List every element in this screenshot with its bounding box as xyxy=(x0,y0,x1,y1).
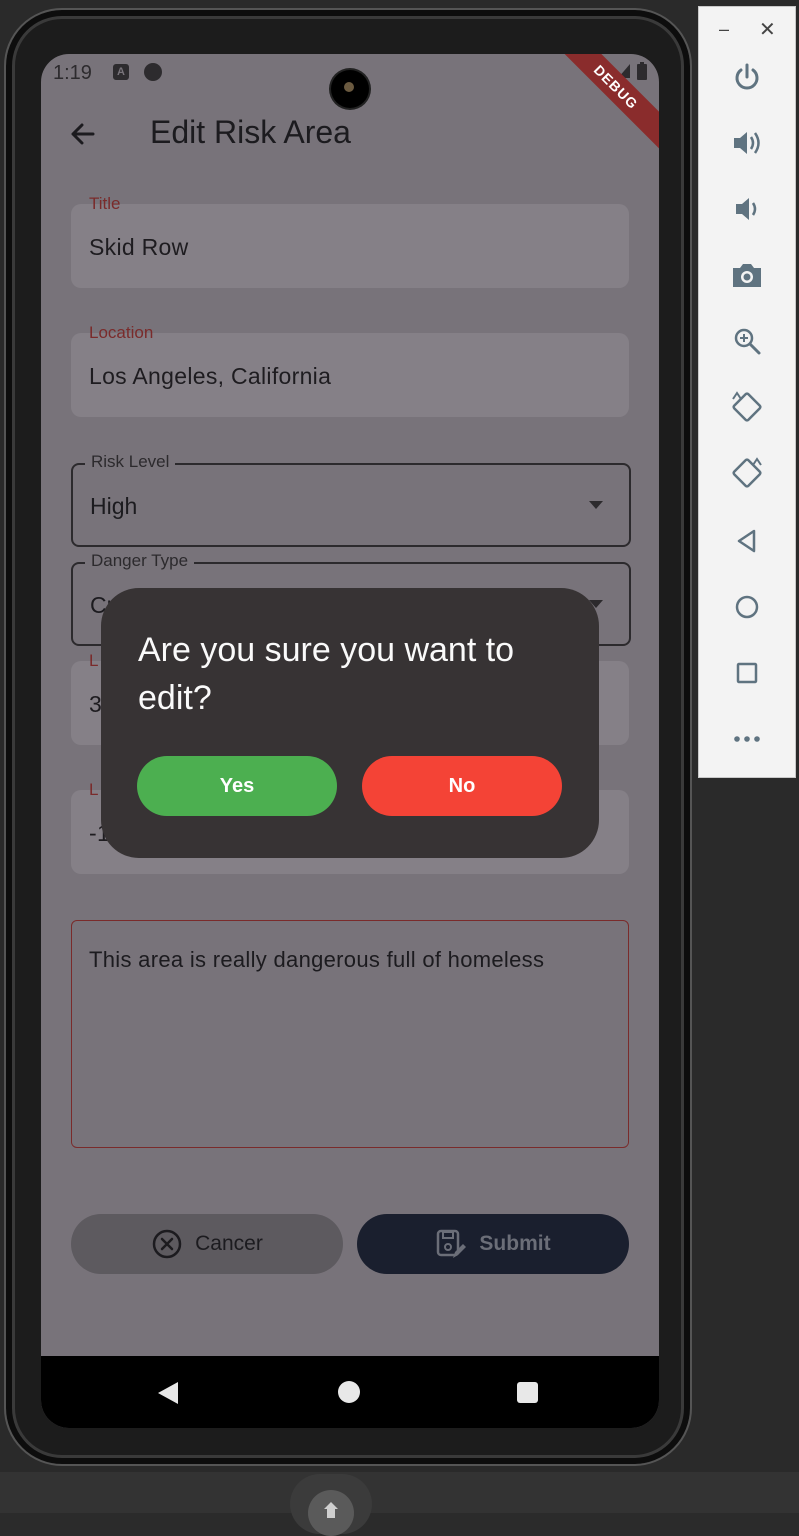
latitude-field-label: L xyxy=(89,651,99,670)
back-button-emulator[interactable] xyxy=(727,521,767,561)
battery-icon xyxy=(637,62,647,80)
zoom-button[interactable] xyxy=(727,321,767,361)
expand-up-button[interactable] xyxy=(308,1490,354,1536)
screenshot-button[interactable] xyxy=(727,255,767,295)
notification-a-icon: A xyxy=(113,64,129,80)
more-button[interactable] xyxy=(727,719,767,759)
home-button-emulator[interactable] xyxy=(727,587,767,627)
more-icon xyxy=(734,736,760,742)
location-field-label: Location xyxy=(89,323,154,342)
risk-level-dropdown[interactable]: Risk Level High xyxy=(71,452,631,547)
rotate-right-button[interactable] xyxy=(727,453,767,493)
power-button[interactable] xyxy=(727,57,767,97)
cancel-circle-icon xyxy=(152,1229,182,1259)
cancel-button-label: Cancer xyxy=(195,1232,263,1255)
power-icon xyxy=(735,63,759,90)
zoom-icon xyxy=(734,328,761,355)
phone-screen: 1:19 A DEBUG Edit Risk Area Title Skid R… xyxy=(41,54,659,1428)
confirm-dialog: Are you sure you want to edit? Yes No xyxy=(101,588,599,858)
dialog-message: Are you sure you want to edit? xyxy=(138,631,515,717)
save-edit-icon xyxy=(437,1229,467,1258)
submit-button-label: Submit xyxy=(479,1232,551,1255)
risk-level-label: Risk Level xyxy=(85,452,176,472)
volume-up-button[interactable] xyxy=(727,123,767,163)
cancel-button[interactable]: Cancer xyxy=(71,1214,343,1274)
title-field-label: Title xyxy=(89,194,121,213)
minimize-button[interactable]: – xyxy=(719,19,729,40)
android-nav-bar xyxy=(41,1356,659,1428)
longitude-field-label: L xyxy=(89,780,99,799)
yes-button[interactable]: Yes xyxy=(137,756,337,816)
close-button[interactable]: ✕ xyxy=(759,17,776,42)
no-button[interactable]: No xyxy=(362,756,562,816)
rotate-right-icon xyxy=(732,457,762,488)
title-field[interactable]: Title Skid Row xyxy=(71,194,629,288)
phone-frame: 1:19 A DEBUG Edit Risk Area Title Skid R… xyxy=(4,8,692,1466)
volume-up-icon xyxy=(734,132,760,154)
volume-down-button[interactable] xyxy=(727,189,767,229)
back-button[interactable] xyxy=(63,114,103,154)
status-time: 1:19 xyxy=(53,62,92,84)
page-title: Edit Risk Area xyxy=(150,114,351,150)
nav-home-icon[interactable] xyxy=(338,1381,360,1403)
danger-type-label: Danger Type xyxy=(85,551,195,571)
home-icon xyxy=(735,595,759,619)
notification-app-icon xyxy=(144,63,162,81)
description-textarea[interactable]: This area is really dangerous full of ho… xyxy=(71,920,629,1148)
rotate-left-button[interactable] xyxy=(727,387,767,427)
rotate-left-icon xyxy=(732,391,762,422)
nav-back-icon[interactable] xyxy=(158,1382,178,1404)
volume-down-icon xyxy=(736,198,757,220)
location-field[interactable]: Location Los Angeles, California xyxy=(71,323,629,417)
emulator-toolbar: – ✕ xyxy=(698,6,796,778)
arrow-up-icon xyxy=(324,1502,338,1518)
dropdown-arrow-icon xyxy=(589,501,603,509)
bottom-panel xyxy=(0,1472,799,1513)
description-value: This area is really dangerous full of ho… xyxy=(89,947,545,972)
overview-button-emulator[interactable] xyxy=(727,653,767,693)
location-field-value: Los Angeles, California xyxy=(89,363,332,389)
app-bar: Edit Risk Area xyxy=(41,94,659,170)
submit-button[interactable]: Submit xyxy=(357,1214,629,1274)
camera-icon xyxy=(733,264,761,287)
risk-level-value: High xyxy=(90,493,138,519)
back-icon xyxy=(737,529,756,553)
nav-recents-icon[interactable] xyxy=(517,1382,538,1403)
overview-icon xyxy=(736,662,758,684)
title-field-value: Skid Row xyxy=(89,234,189,260)
arrow-left-icon xyxy=(71,123,95,145)
